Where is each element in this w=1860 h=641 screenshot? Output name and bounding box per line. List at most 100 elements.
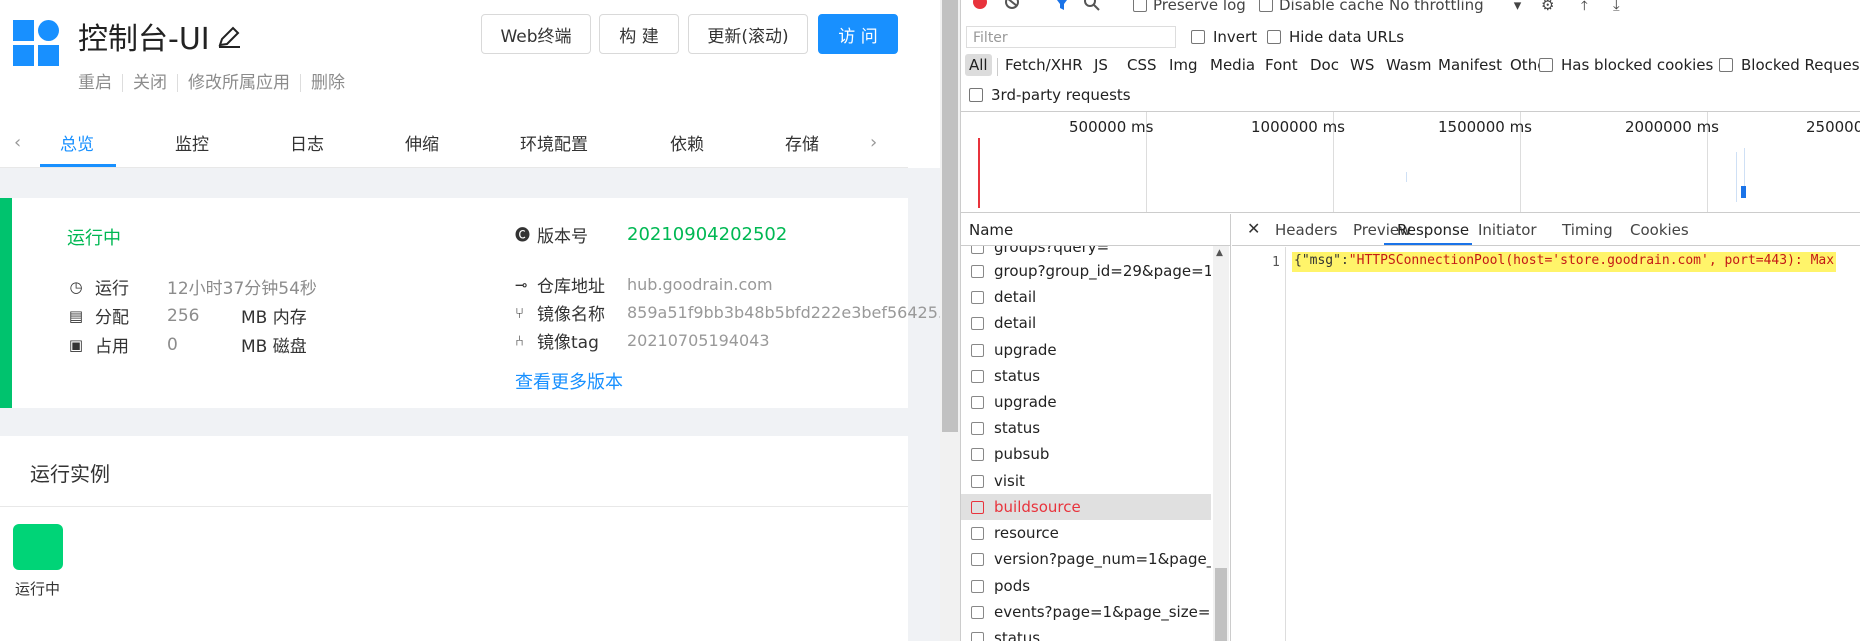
tab-overview[interactable]: 总览 — [60, 130, 94, 155]
response-body[interactable]: {"msg":"HTTPSConnectionPool(host='store.… — [1292, 252, 1837, 272]
record-icon[interactable] — [971, 0, 989, 12]
tab-dependencies[interactable]: 依赖 — [670, 130, 704, 155]
dropdown-arrow-icon: ▾ — [1513, 0, 1522, 14]
type-all[interactable]: All — [965, 54, 992, 76]
network-settings-icon[interactable]: ⚙ — [1541, 0, 1554, 14]
commit-icon: ⊸ — [515, 275, 528, 294]
sub-actions: 重启 关闭 修改所属应用 删除 — [78, 74, 355, 92]
request-row[interactable]: status — [961, 415, 1211, 441]
request-row[interactable]: group?group_id=29&page=1&p — [961, 258, 1211, 284]
instance-status-label: 运行中 — [15, 580, 61, 598]
delete-link[interactable]: 删除 — [300, 74, 355, 92]
request-row[interactable]: detail — [961, 310, 1211, 336]
request-list-scrollbar[interactable]: ▲ — [1213, 246, 1229, 641]
request-row[interactable]: status — [961, 625, 1211, 641]
request-row[interactable]: status — [961, 363, 1211, 389]
restart-link[interactable]: 重启 — [78, 74, 122, 92]
timeline-marker — [978, 138, 980, 208]
app-title-text: 控制台-UI — [78, 22, 210, 57]
resource-type-filters: All Fetch/XHR JS CSS Img Media Font Doc … — [961, 52, 1860, 80]
edit-pencil-icon[interactable] — [216, 23, 242, 49]
timeline-marker — [1406, 172, 1407, 182]
tab-env-config[interactable]: 环境配置 — [520, 130, 588, 155]
line-number-gutter: 1 — [1232, 247, 1286, 641]
request-list: groups?query= group?group_id=29&page=1&p… — [961, 246, 1211, 641]
type-doc[interactable]: Doc — [1306, 54, 1343, 76]
tab-next-arrow-icon[interactable]: › — [870, 132, 877, 153]
type-manifest[interactable]: Manifest — [1434, 54, 1506, 76]
active-tab-indicator — [40, 164, 116, 167]
timeline-label: 2000000 ms — [1625, 118, 1719, 136]
request-row[interactable]: resource — [961, 520, 1211, 546]
page-scrollbar[interactable] — [940, 0, 960, 641]
invert-toggle[interactable]: Invert — [1191, 28, 1257, 46]
web-terminal-button[interactable]: Web终端 — [481, 14, 591, 54]
type-font[interactable]: Font — [1261, 54, 1302, 76]
instances-card: 运行实例 运行中 — [0, 436, 908, 641]
request-row[interactable]: events?page=1&page_size=6&ta — [961, 599, 1211, 625]
type-css[interactable]: CSS — [1123, 54, 1161, 76]
network-timeline[interactable]: 500000 ms 1000000 ms 1500000 ms 2000000 … — [961, 111, 1860, 213]
filter-funnel-icon[interactable] — [1053, 0, 1071, 12]
tab-prev-arrow-icon[interactable]: ‹ — [14, 132, 21, 153]
disable-cache-toggle[interactable]: Disable cache — [1259, 0, 1384, 14]
request-row[interactable]: pods — [961, 573, 1211, 599]
clear-icon[interactable] — [1003, 0, 1021, 12]
tab-logs[interactable]: 日志 — [290, 130, 324, 155]
response-value: "HTTPSConnectionPool(host='store.goodrai… — [1348, 253, 1835, 268]
tab-storage[interactable]: 存储 — [785, 130, 819, 155]
request-row[interactable]: detail — [961, 284, 1211, 310]
tab-monitor[interactable]: 监控 — [175, 130, 209, 155]
request-row[interactable]: upgrade — [961, 337, 1211, 363]
timeline-marker — [1736, 152, 1737, 202]
request-list-scrollbar-thumb[interactable] — [1215, 568, 1227, 641]
request-row[interactable]: visit — [961, 468, 1211, 494]
change-app-link[interactable]: 修改所属应用 — [177, 74, 300, 92]
update-button[interactable]: 更新(滚动) — [688, 14, 808, 54]
cc-icon: 🅒 — [515, 226, 531, 244]
request-row[interactable]: pubsub — [961, 441, 1211, 467]
line-number: 1 — [1272, 255, 1280, 270]
preserve-log-toggle[interactable]: Preserve log — [1133, 0, 1246, 14]
type-wasm[interactable]: Wasm — [1382, 54, 1436, 76]
request-row[interactable]: version?page_num=1&page_size — [961, 546, 1211, 572]
page-scrollbar-thumb[interactable] — [942, 0, 958, 432]
close-link[interactable]: 关闭 — [122, 74, 177, 92]
devtools-network-panel: Preserve log Disable cache No throttling… — [960, 0, 1860, 641]
request-row[interactable]: upgrade — [961, 389, 1211, 415]
instance-pod[interactable] — [13, 524, 63, 570]
tab-headers[interactable]: Headers — [1275, 221, 1337, 239]
type-media[interactable]: Media — [1206, 54, 1259, 76]
export-har-icon[interactable]: ⤓ — [1613, 0, 1620, 14]
has-blocked-cookies-toggle[interactable]: Has blocked cookies — [1539, 56, 1713, 74]
tab-initiator[interactable]: Initiator — [1478, 221, 1537, 239]
search-icon[interactable] — [1083, 0, 1101, 12]
visit-button[interactable]: 访 问 — [818, 14, 898, 54]
blocked-requests-toggle[interactable]: Blocked Requests — [1719, 56, 1860, 74]
import-har-icon[interactable]: ⤒ — [1581, 0, 1588, 14]
memory-icon: ▤ — [68, 306, 84, 325]
more-versions-link[interactable]: 查看更多版本 — [515, 368, 623, 394]
throttling-select[interactable]: No throttling ▾ — [1389, 0, 1521, 14]
timeline-label: 500000 ms — [1069, 118, 1154, 136]
tab-response[interactable]: Response — [1397, 221, 1469, 239]
filter-input[interactable]: Filter — [966, 26, 1176, 48]
stat-used: ▣ 占用 0 MB 磁盘 — [68, 334, 307, 358]
type-fetch-xhr[interactable]: Fetch/XHR — [1001, 54, 1087, 76]
stat-allocated: ▤ 分配 256 MB 内存 — [68, 305, 307, 329]
scroll-up-arrow-icon[interactable]: ▲ — [1216, 248, 1223, 258]
type-js[interactable]: JS — [1090, 54, 1112, 76]
third-party-toggle[interactable]: 3rd-party requests — [969, 86, 1131, 104]
hide-data-urls-toggle[interactable]: Hide data URLs — [1267, 28, 1404, 46]
type-ws[interactable]: WS — [1346, 54, 1378, 76]
tab-timing[interactable]: Timing — [1562, 221, 1613, 239]
build-button[interactable]: 构 建 — [599, 14, 679, 54]
close-icon[interactable]: ✕ — [1247, 219, 1260, 238]
request-detail-panel: ✕ Headers Preview Response Initiator Tim… — [1232, 214, 1860, 641]
tab-scaling[interactable]: 伸缩 — [405, 130, 439, 155]
instances-title: 运行实例 — [30, 462, 110, 486]
name-column-header[interactable]: Name — [961, 214, 1231, 246]
tab-cookies[interactable]: Cookies — [1630, 221, 1689, 239]
type-img[interactable]: Img — [1165, 54, 1202, 76]
request-row-selected[interactable]: buildsource — [961, 494, 1211, 520]
